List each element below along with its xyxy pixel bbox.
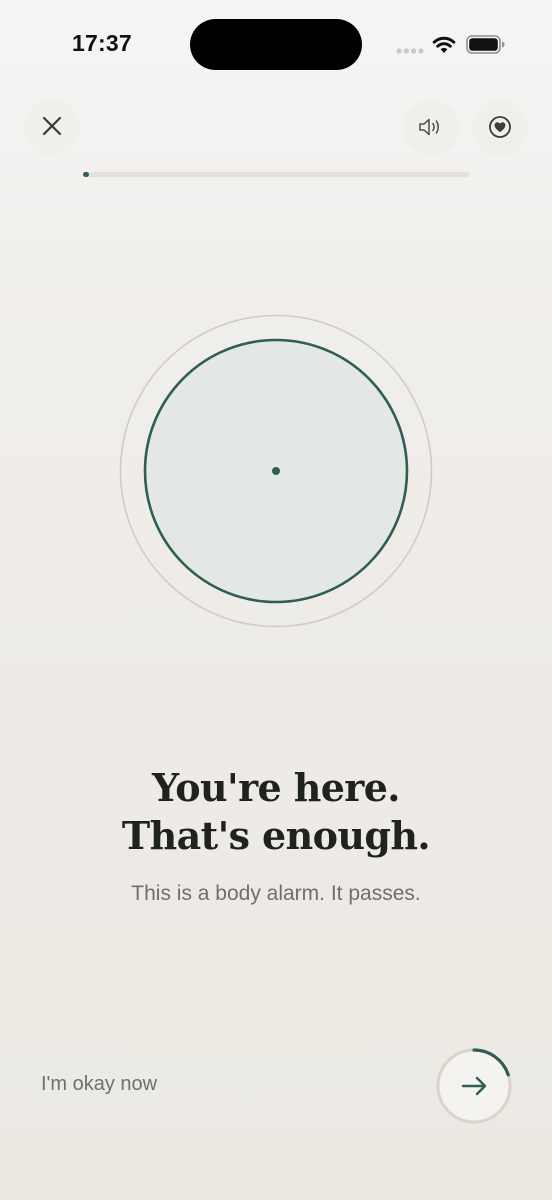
close-icon <box>42 116 62 136</box>
breathing-circle <box>119 314 433 628</box>
im-okay-now-button[interactable]: I'm okay now <box>41 1073 157 1096</box>
dynamic-island <box>190 19 362 70</box>
speaker-icon <box>419 118 439 136</box>
session-progress-fill <box>83 172 89 177</box>
session-progress-bar <box>83 172 469 177</box>
subtitle: This is a body alarm. It passes. <box>131 882 421 905</box>
status-bar: 17:37 <box>0 0 552 90</box>
battery-icon <box>466 35 505 54</box>
status-time: 17:37 <box>72 30 132 56</box>
close-button[interactable] <box>25 99 79 153</box>
page-title: You're here. That's enough. <box>0 764 552 860</box>
favorite-button[interactable] <box>473 100 527 154</box>
headline-line-2: That's enough. <box>121 813 431 858</box>
next-button[interactable] <box>434 1046 514 1126</box>
headline-line-1: You're here. <box>152 765 400 810</box>
cellular-signal-icon <box>396 48 424 54</box>
sound-button[interactable] <box>404 100 458 154</box>
wifi-icon <box>432 36 456 53</box>
heart-icon <box>489 116 511 138</box>
breathing-center-dot <box>272 467 280 475</box>
